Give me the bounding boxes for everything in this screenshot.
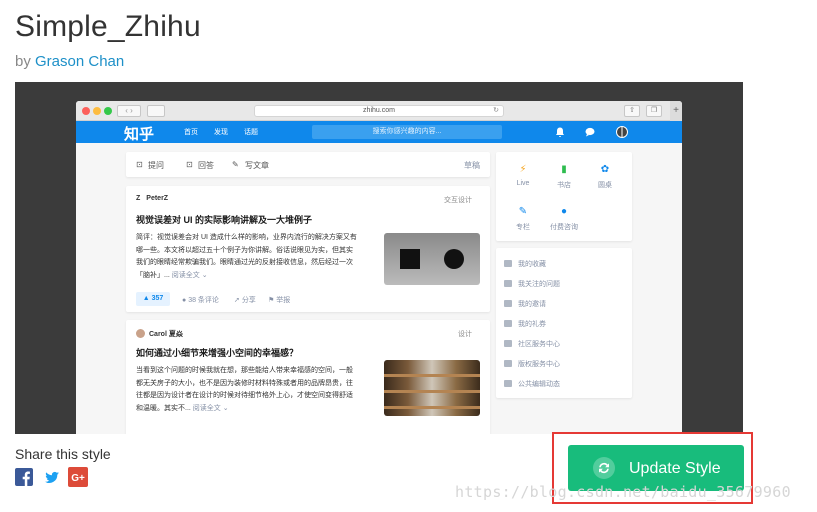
- live-link: ⚡ Live: [503, 164, 543, 187]
- gift-icon: [504, 320, 512, 327]
- sidebar-toggle-icon: [147, 105, 165, 117]
- bell-icon: [556, 127, 564, 137]
- answer-icon: ⊡: [186, 160, 193, 169]
- report-link: ⚑ 举报: [268, 297, 291, 304]
- write-drafts: 草稿: [464, 161, 480, 170]
- address-url: zhihu.com: [363, 107, 395, 114]
- menu-coupons: 我的礼券: [504, 319, 546, 329]
- write-bar: ⊡ 提问 ⊡ 回答 ✎ 写文章 草稿: [126, 152, 490, 177]
- zhihu-nav-home: 首页: [184, 129, 198, 136]
- zhihu-logo: 知乎: [124, 125, 155, 143]
- browser-window: ‹ › zhihu.com ↻ ⇧ ❐ + 知乎 首页 发现 话题 搜索你感兴趣…: [76, 101, 682, 434]
- flower-icon: ✿: [600, 164, 610, 175]
- edit-icon: [504, 380, 512, 387]
- feed-image: [384, 360, 480, 416]
- feed-title: 视觉误差对 UI 的实际影响讲解及一大堆例子: [136, 215, 313, 225]
- list-icon: [504, 280, 512, 287]
- svg-text:G+: G+: [71, 473, 85, 484]
- back-forward-buttons: ‹ ›: [117, 105, 141, 117]
- feed-image: [384, 233, 480, 285]
- feed-card: Z PeterZ 交互设计 视觉误差对 UI 的实际影响讲解及一大堆例子 简评：视…: [126, 186, 490, 312]
- chat-icon: ●: [560, 206, 568, 217]
- people-icon: [504, 300, 512, 307]
- tabs-icon: ❐: [646, 105, 662, 117]
- watermark: https://blog.csdn.net/baidu_35679960: [455, 483, 791, 501]
- menu-favorites: 我的收藏: [504, 259, 546, 269]
- refresh-icon: [593, 457, 615, 479]
- ask-icon: ⊡: [136, 160, 143, 169]
- minimize-dot-icon: [93, 107, 101, 115]
- message-icon: [585, 127, 595, 137]
- feed-excerpt: 当看到这个问题的时候我就在想，那些能给人带来幸福感的空间，一般 都无关房子的大小…: [136, 367, 353, 412]
- pen-icon: ✎: [518, 206, 528, 217]
- feed-topic: 交互设计: [444, 197, 472, 204]
- article-icon: ✎: [232, 160, 239, 169]
- share-label: Share this style: [15, 446, 111, 462]
- zhihu-navbar: 知乎 首页 发现 话题 搜索你感兴趣的内容...: [76, 121, 682, 143]
- feed-card: Carol 夏焱 设计 如何通过小细节来增强小空间的幸福感？ 当看到这个问题的时…: [126, 320, 490, 434]
- vote-button: ▲ 357: [136, 292, 170, 306]
- address-bar: zhihu.com ↻: [254, 105, 504, 117]
- google-plus-icon[interactable]: G+: [68, 467, 88, 487]
- community-icon: [504, 340, 512, 347]
- feed-author: Carol 夏焱: [136, 329, 183, 339]
- paid-consult-link: ● 付费咨询: [544, 206, 584, 232]
- by-prefix: by: [15, 53, 31, 70]
- page-title: Simple_Zhihu: [15, 10, 201, 43]
- zhihu-nav-discover: 发现: [214, 129, 228, 136]
- write-ask: 提问: [148, 161, 164, 170]
- author-link[interactable]: Grason Chan: [35, 53, 124, 70]
- feed-title: 如何通过小细节来增强小空间的幸福感？: [136, 348, 299, 358]
- share-tab-icon: ⇧: [624, 105, 640, 117]
- twitter-icon[interactable]: [43, 468, 61, 486]
- zhihu-nav-topics: 话题: [244, 129, 258, 136]
- lightning-icon: ⚡: [519, 164, 527, 175]
- menu-followed-questions: 我关注的问题: [504, 279, 560, 289]
- zhihu-search: 搜索你感兴趣的内容...: [312, 125, 502, 139]
- reload-icon: ↻: [493, 107, 499, 114]
- menu-invitations: 我的邀请: [504, 299, 546, 309]
- byline: by Grason Chan: [15, 53, 124, 70]
- menu-edit-activity: 公共编辑动态: [504, 379, 560, 389]
- close-dot-icon: [82, 107, 90, 115]
- book-icon: ▮: [561, 164, 567, 175]
- comments-link: ● 38 条评论: [182, 297, 219, 304]
- feed-topic: 设计: [458, 331, 472, 338]
- menu-copyright-center: 版权服务中心: [504, 359, 560, 369]
- menu-community-center: 社区服务中心: [504, 339, 560, 349]
- facebook-icon[interactable]: [15, 468, 33, 486]
- column-link: ✎ 专栏: [503, 206, 543, 232]
- share-link: ➚ 分享: [234, 297, 256, 304]
- star-icon: [504, 260, 512, 267]
- menu-card: 我的收藏 我关注的问题 我的邀请 我的礼券 社区服务中心 版权服务中心 公共编辑…: [496, 248, 632, 398]
- avatar-icon: [616, 126, 628, 138]
- new-tab-icon: +: [670, 101, 682, 121]
- quick-links-card: ⚡ Live ▮ 书店 ✿ 圆桌 ✎ 专栏 ● 付费咨询: [496, 152, 632, 241]
- roundtable-link: ✿ 圆桌: [585, 164, 625, 190]
- style-preview: ‹ › zhihu.com ↻ ⇧ ❐ + 知乎 首页 发现 话题 搜索你感兴趣…: [15, 82, 743, 434]
- feed-excerpt: 简评：视觉误差会对 UI 造成什么样的影响，业界内流行的解决方案又有 哪一些。本…: [136, 234, 357, 279]
- feed-author: Z PeterZ: [136, 195, 169, 202]
- write-answer: 回答: [198, 161, 214, 170]
- bookstore-link: ▮ 书店: [544, 164, 584, 190]
- copyright-icon: [504, 360, 512, 367]
- browser-toolbar: ‹ › zhihu.com ↻ ⇧ ❐ +: [76, 101, 682, 121]
- maximize-dot-icon: [104, 107, 112, 115]
- write-article: 写文章: [245, 161, 269, 170]
- update-style-label: Update Style: [629, 460, 721, 477]
